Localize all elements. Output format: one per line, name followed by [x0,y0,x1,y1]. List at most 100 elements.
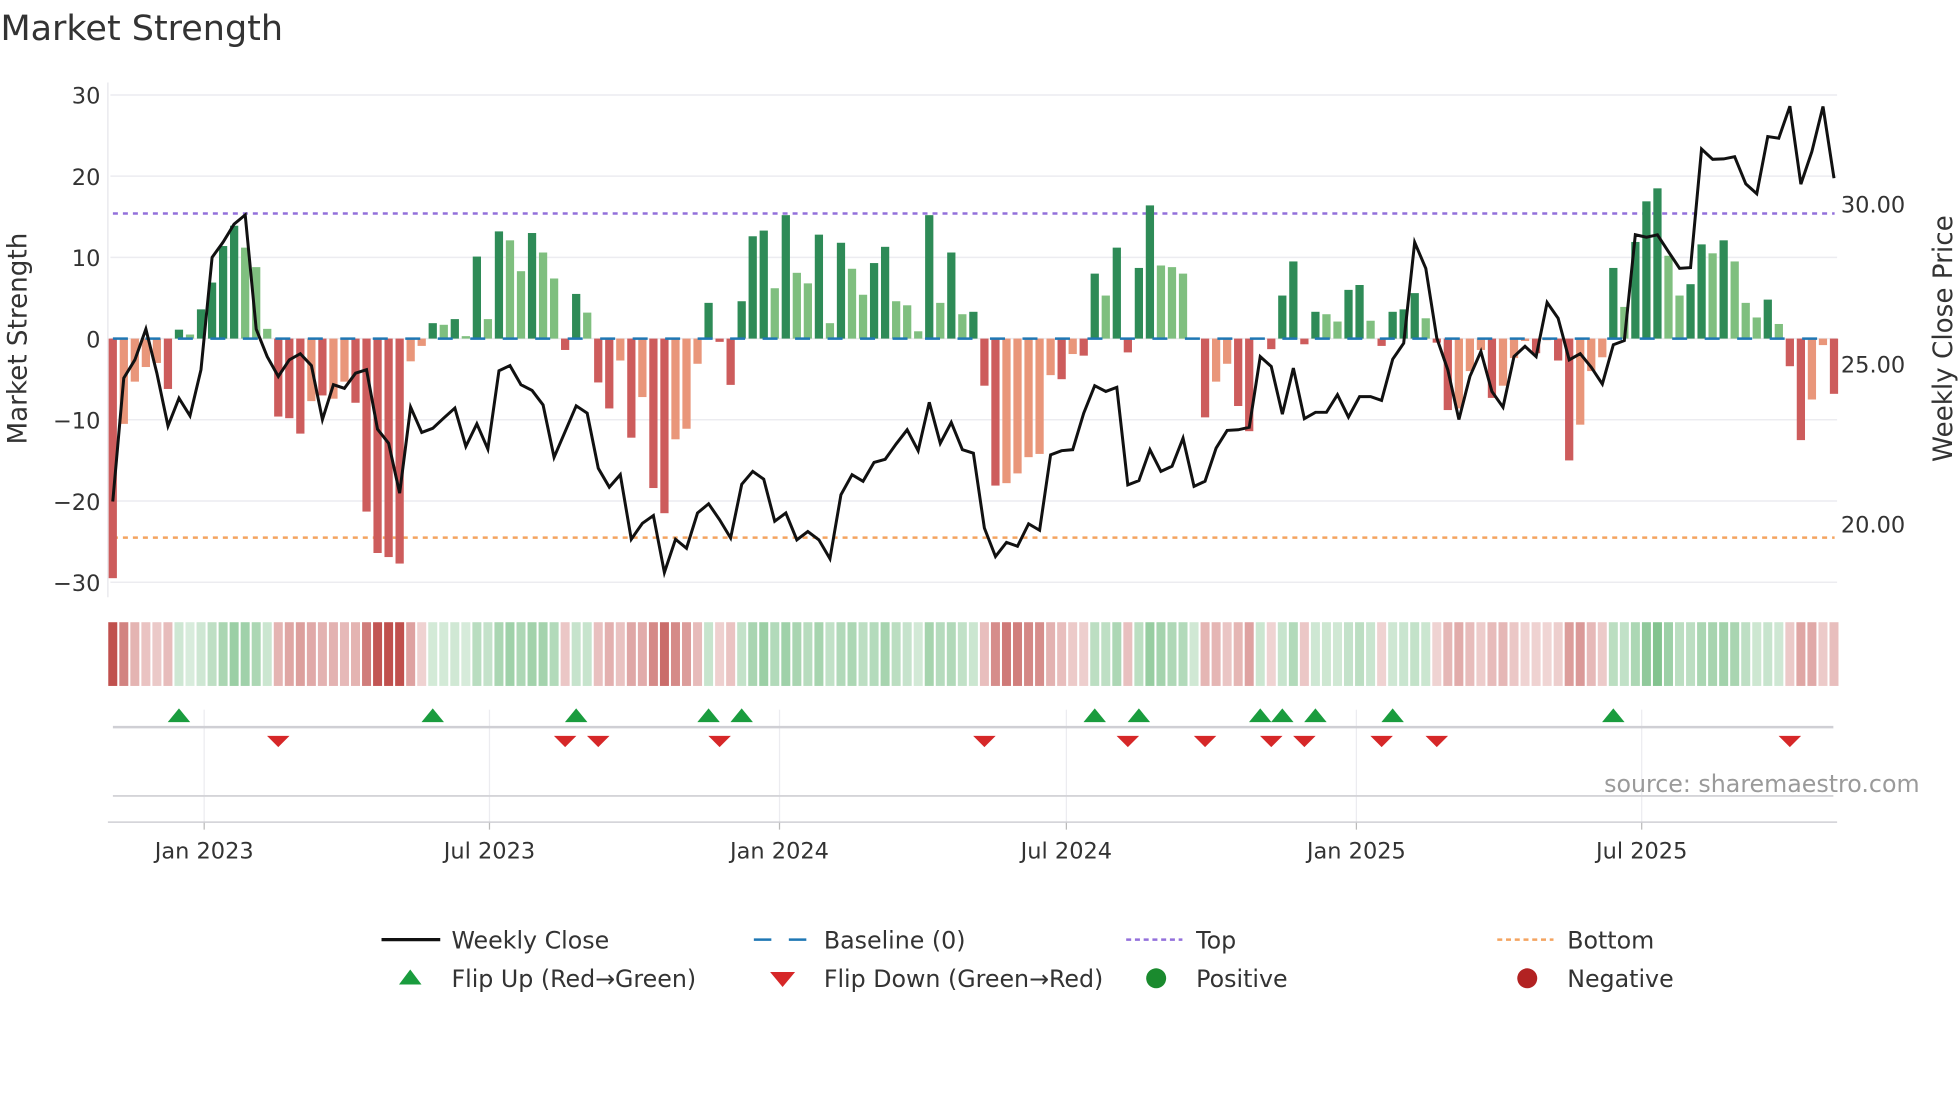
strip-cell [979,622,989,686]
flip-up-marker [421,708,444,723]
strip-cell [659,622,669,686]
positive-bar [792,272,801,339]
strip-cell [1421,622,1431,686]
strip-cell [1829,622,1839,686]
negative-bar [671,338,680,440]
strip-cell [119,622,129,686]
flip-down-marker [1193,735,1217,748]
flip-down-marker [1293,735,1316,748]
strip-cell [1796,622,1806,686]
strip-cell [693,622,703,686]
strip-cell [1675,622,1685,686]
legend-label: Flip Down (Green→Red) [824,965,1103,993]
strip-cell [560,622,570,686]
negative-bar [1024,338,1033,458]
strip-cell [505,622,515,686]
positive-bar [914,331,923,339]
strip-cell [328,622,338,686]
legend-item: Weekly Close [381,926,609,954]
strip-cell [1443,622,1453,686]
strip-cell [1597,622,1607,686]
strip-cell [1410,622,1420,686]
positive-bar [1653,188,1662,339]
legend-item: Flip Down (Green→Red) [770,965,1103,993]
strip-cell [1652,622,1662,686]
strip-cell [1564,622,1574,686]
negative-bar [1200,338,1210,418]
strip-cell [527,622,537,686]
positive-bar [759,230,768,339]
flip-down-marker [1260,735,1283,748]
strip-cell [1299,622,1309,686]
positive-bar [263,328,272,339]
strip-cell [924,622,934,686]
positive-bar [1664,255,1673,339]
strip-cell [1785,622,1795,686]
legend-item: Flip Up (Red→Green) [399,965,696,993]
flip-up-marker [564,708,588,723]
strip-cell [946,622,956,686]
strip-cell [1454,622,1464,686]
negative-bar [351,338,360,403]
strip-cell [1156,622,1166,686]
legend-label: Baseline (0) [824,926,966,954]
strip-cell [615,622,625,686]
x-tick-label: Jan 2025 [1305,838,1406,864]
flip-down-marker [1425,735,1449,748]
strip-cell [284,622,294,686]
flip-up-marker [1271,708,1294,723]
flip-panel [112,708,1834,825]
positive-bar [1311,311,1320,339]
strip-cell [1233,622,1243,686]
positive-bar [1090,273,1099,339]
strip-cell [207,622,217,686]
positive-bar [1289,261,1298,339]
strip-cell [913,622,923,686]
y-tick-label: 30 [72,84,101,110]
negative-bar [1234,338,1243,407]
strip-cell [1498,622,1508,686]
strip-cell [858,622,868,686]
positive-bar [869,263,879,339]
y2-axis-label: Weekly Close Price [1929,215,1959,462]
positive-bar [1697,244,1706,339]
strip-cell [1487,622,1497,686]
y-tick-label: −10 [53,409,100,435]
legend-label: Positive [1196,965,1287,993]
strip-cell [1178,622,1188,686]
negative-bar [362,338,371,512]
positive-bar [958,314,967,339]
negative-bar [649,338,658,489]
negative-bar [726,338,735,385]
y-tick-label: −20 [53,490,100,516]
strip-cell [384,622,394,686]
strip-cell [1046,622,1056,686]
negative-bar [340,338,349,382]
strip-cell [792,622,802,686]
strip-cell [781,622,791,686]
x-tick-label: Jul 2025 [1594,838,1687,864]
flip-down-marker [1370,735,1393,748]
strip-cell [196,622,206,686]
strip-cell [1013,622,1023,686]
strip-cell [770,622,780,686]
flip-down-marker [267,735,290,748]
strip-cell [1266,622,1276,686]
strip-cell [1752,622,1762,686]
strip-cell [1079,622,1089,686]
strip-cell [891,622,901,686]
strip-cell [1255,622,1265,686]
strip-cell [251,622,261,686]
strip-cell [593,622,603,686]
positive-bar [1774,323,1783,339]
positive-bar [461,336,470,339]
positive-bar [218,246,228,339]
positive-bar [1344,289,1353,339]
positive-bar [1145,205,1155,339]
flip-up-marker [1127,708,1151,723]
negative-bar [1300,338,1309,345]
strip-cell [1222,622,1232,686]
strip-cell [461,622,471,686]
legend-item: Top [1126,926,1236,954]
strip-cell [152,622,162,686]
